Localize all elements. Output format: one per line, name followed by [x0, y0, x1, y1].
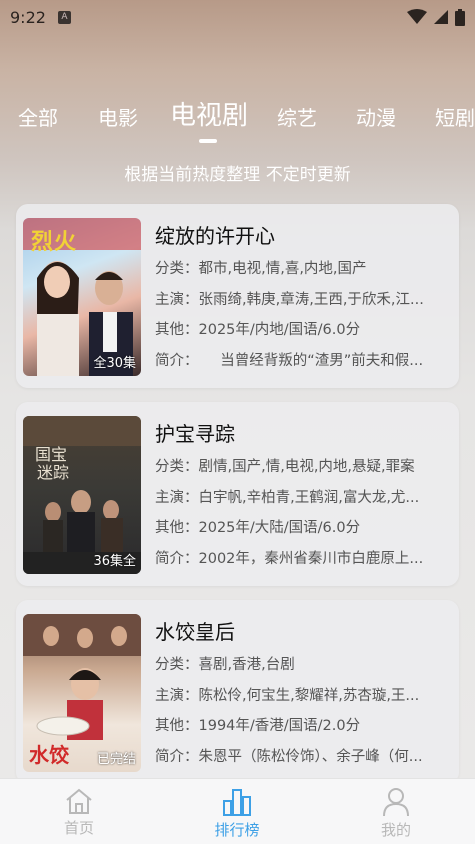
status-bar: 9:22 A [0, 0, 475, 34]
status-time: 9:22 [10, 7, 46, 27]
episode-badge: 已完结 [96, 752, 136, 767]
item-cast: 主演：陈松伶,何宝生,黎耀祥,苏杏璇,王... [155, 688, 420, 704]
item-title: 护宝寻踪 [155, 422, 235, 446]
tab-variety[interactable]: 综艺 [277, 98, 317, 138]
item-other: 其他：1994年/香港/国语/2.0分 [155, 718, 361, 734]
item-other: 其他：2025年/大陆/国语/6.0分 [155, 520, 361, 536]
tab-tv-series[interactable]: 电视剧 [170, 98, 248, 136]
episode-badge: 全30集 [93, 356, 136, 371]
wifi-icon [407, 9, 427, 24]
item-cast: 主演：张雨绮,韩庚,章涛,王西,于欣禾,江... [155, 292, 424, 308]
item-other: 其他：2025年/内地/国语/6.0分 [155, 322, 361, 338]
item-cast: 主演：白宇帆,辛柏青,王鹤润,富大龙,尤... [155, 490, 420, 506]
active-tab-indicator [199, 139, 217, 143]
nav-ranking-label: 排行榜 [214, 821, 260, 839]
poster-image: 水饺 已完结 [23, 614, 141, 772]
ranking-subtitle: 根据当前热度整理 不定时更新 [124, 165, 351, 185]
status-icons [407, 8, 465, 26]
item-category: 分类：都市,电视,情,喜,内地,国产 [155, 261, 367, 277]
svg-text:迷踪: 迷踪 [37, 463, 69, 482]
nav-ranking[interactable]: 排行榜 [197, 787, 277, 840]
bottom-navigation: 首页 排行榜 我的 [0, 778, 475, 844]
nav-home-label: 首页 [63, 819, 94, 837]
item-intro: 简介：朱恩平（陈松伶饰）、余子峰（何... [155, 749, 423, 765]
poster-image: 国宝 迷踪 36集全 [23, 416, 141, 574]
item-intro: 简介： 当曾经背叛的“渣男”前夫和假... [155, 353, 424, 369]
tab-short-drama[interactable]: 短剧 [435, 98, 475, 138]
item-title: 水饺皇后 [155, 620, 235, 644]
list-item[interactable]: 国宝 迷踪 36集全 护宝寻踪 分类：剧情,国产,情,电视,内地,悬疑,罪案 主… [16, 402, 459, 586]
svg-text:水饺: 水饺 [29, 743, 70, 767]
ranking-icon [223, 789, 251, 816]
item-category: 分类：喜剧,香港,台剧 [155, 657, 295, 673]
item-intro: 简介：2002年，秦州省秦川市白鹿原上... [155, 551, 424, 567]
nav-profile[interactable]: 我的 [356, 787, 436, 840]
episode-badge: 36集全 [93, 554, 136, 569]
category-tabs: 全部 电影 电视剧 综艺 动漫 短剧 [0, 98, 475, 144]
poster-image: 烈火 全30集 [23, 218, 141, 376]
item-category: 分类：剧情,国产,情,电视,内地,悬疑,罪案 [155, 459, 415, 475]
signal-icon [434, 10, 448, 24]
home-icon [66, 788, 92, 814]
svg-text:国宝: 国宝 [35, 445, 67, 464]
profile-icon [383, 788, 409, 817]
item-title: 绽放的许开心 [155, 224, 275, 248]
list-item[interactable]: 水饺 已完结 水饺皇后 分类：喜剧,香港,台剧 主演：陈松伶,何宝生,黎耀祥,苏… [16, 600, 459, 784]
list-item[interactable]: 烈火 全30集 绽放的许开心 分类：都市,电视,情,喜,内地,国产 主演：张雨绮… [16, 204, 459, 388]
tab-anime[interactable]: 动漫 [356, 98, 396, 138]
nav-home[interactable]: 首页 [39, 787, 119, 838]
tab-all[interactable]: 全部 [18, 98, 58, 138]
tab-movie[interactable]: 电影 [98, 98, 138, 138]
notification-icon: A [57, 10, 71, 24]
nav-profile-label: 我的 [380, 821, 411, 839]
battery-icon [455, 8, 465, 26]
